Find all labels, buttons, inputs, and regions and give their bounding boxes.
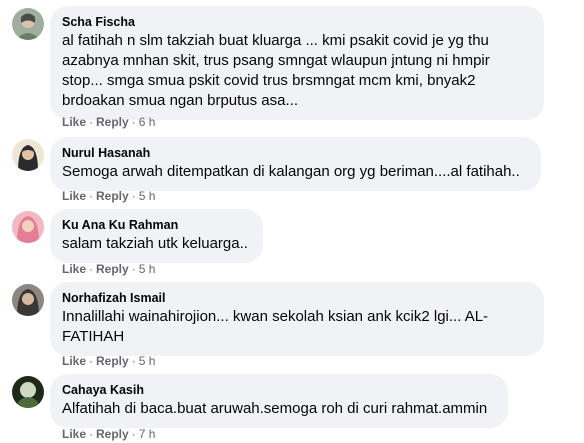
reply-button[interactable]: Reply: [96, 189, 129, 203]
separator: ·: [131, 262, 136, 276]
comment-author[interactable]: Cahaya Kasih: [62, 382, 496, 398]
comment-bubble: Norhafizah Ismail Innalillahi wainahiroj…: [50, 282, 544, 356]
comment-author[interactable]: Norhafizah Ismail: [62, 290, 532, 306]
comment-bubble: Cahaya Kasih Alfatihah di baca.buat aruw…: [50, 374, 508, 428]
comment-actions: Like · Reply · 5 h: [62, 188, 155, 204]
reply-button[interactable]: Reply: [96, 427, 129, 441]
avatar[interactable]: [12, 284, 44, 316]
comment-bubble: Nurul Hasanah Semoga arwah ditempatkan d…: [50, 137, 541, 191]
separator: ·: [89, 427, 94, 441]
reply-button[interactable]: Reply: [96, 262, 129, 276]
separator: ·: [89, 262, 94, 276]
comment-author[interactable]: Nurul Hasanah: [62, 145, 529, 161]
separator: ·: [89, 189, 94, 203]
comment-bubble: Ku Ana Ku Rahman salam takziah utk kelua…: [50, 209, 263, 263]
comment-timestamp[interactable]: 5 h: [139, 189, 156, 203]
comment-actions: Like · Reply · 5 h: [62, 353, 155, 369]
profile-photo-icon: [12, 211, 44, 243]
comment-actions: Like · Reply · 6 h: [62, 114, 155, 130]
separator: ·: [131, 354, 136, 368]
reply-button[interactable]: Reply: [96, 115, 129, 129]
comment-text: Alfatihah di baca.buat aruwah.semoga roh…: [62, 400, 488, 417]
profile-photo-icon: [12, 139, 44, 171]
comment-author[interactable]: Ku Ana Ku Rahman: [62, 217, 251, 233]
comment-bubble: Scha Fischa al fatihah n slm takziah bua…: [50, 6, 544, 120]
comment-author[interactable]: Scha Fischa: [62, 14, 532, 30]
separator: ·: [131, 427, 136, 441]
comment-timestamp[interactable]: 5 h: [139, 354, 156, 368]
comment-text: Innalillahi wainahirojion... kwan sekola…: [62, 308, 489, 345]
separator: ·: [131, 115, 136, 129]
avatar[interactable]: [12, 139, 44, 171]
comment-timestamp[interactable]: 5 h: [139, 262, 156, 276]
like-button[interactable]: Like: [62, 262, 86, 276]
like-button[interactable]: Like: [62, 427, 86, 441]
profile-photo-icon: [12, 284, 44, 316]
reply-button[interactable]: Reply: [96, 354, 129, 368]
comment-actions: Like · Reply · 7 h: [62, 426, 155, 442]
separator: ·: [89, 115, 94, 129]
profile-photo-icon: [12, 376, 44, 408]
comment-actions: Like · Reply · 5 h: [62, 261, 155, 277]
avatar[interactable]: [12, 8, 44, 40]
comment-timestamp[interactable]: 7 h: [139, 427, 156, 441]
like-button[interactable]: Like: [62, 354, 86, 368]
comment-text: al fatihah n slm takziah buat kluarga ..…: [62, 32, 490, 109]
comment-text: Semoga arwah ditempatkan di kalangan org…: [62, 163, 520, 180]
like-button[interactable]: Like: [62, 115, 86, 129]
avatar[interactable]: [12, 376, 44, 408]
comment-thread: Scha Fischa al fatihah n slm takziah bua…: [0, 0, 584, 443]
like-button[interactable]: Like: [62, 189, 86, 203]
separator: ·: [89, 354, 94, 368]
comment-text: salam takziah utk keluarga..: [62, 235, 248, 252]
separator: ·: [131, 189, 136, 203]
avatar[interactable]: [12, 211, 44, 243]
profile-photo-icon: [12, 8, 44, 40]
comment-timestamp[interactable]: 6 h: [139, 115, 156, 129]
